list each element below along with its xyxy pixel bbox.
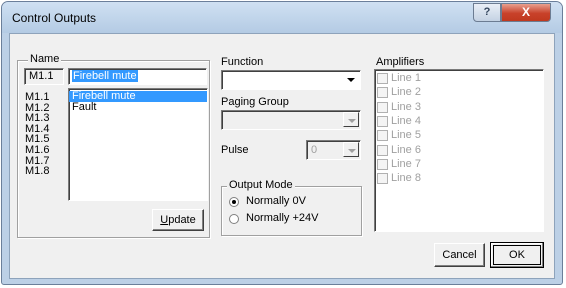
output-name-list[interactable]: Firebell mute Fault [68,88,208,201]
amplifier-line-label: Line 1 [391,72,421,84]
paging-group-dropdown-button[interactable] [343,112,359,127]
output-id-column: M1.1 M1.2 M1.3 M1.4 M1.5 M1.6 M1.7 M1.8 [25,92,49,177]
function-dropdown-button[interactable] [343,72,359,87]
chevron-down-icon [347,78,355,82]
amplifier-line-checkbox[interactable] [377,173,388,185]
amplifier-line-checkbox[interactable] [377,87,388,99]
update-button-mnemonic: U [160,214,169,226]
amplifier-line-label: Line 8 [391,172,421,185]
amplifier-line-label: Line 5 [391,129,421,142]
amplifier-line-label: Line 4 [391,114,421,127]
output-mode-label: Output Mode [227,179,295,191]
amplifier-line-label: Line 3 [391,100,421,113]
amplifier-line-checkbox[interactable] [377,144,388,156]
name-input-value: Firebell mute [72,70,138,82]
function-label: Function [221,56,264,68]
amplifiers-label: Amplifiers [376,56,425,68]
pulse-dropdown-button[interactable] [343,142,359,157]
output-id-item: M1.6 [25,143,50,156]
paging-group-label: Paging Group [221,96,289,108]
update-button[interactable]: Update [152,209,204,231]
amplifier-line-checkbox[interactable] [377,158,388,170]
window-title: Control Outputs [12,11,97,25]
amplifier-line-checkbox[interactable] [377,73,388,84]
radio-normally-0v-label: Normally 0V [246,195,306,207]
output-name-list-item[interactable]: Firebell mute [69,91,207,102]
output-mode-group [221,186,362,236]
radio-normally-0v-circle[interactable] [229,197,239,207]
amplifier-line-label: Line 2 [391,86,421,99]
update-button-label: pdate [168,214,196,226]
cancel-button[interactable]: Cancel [434,243,485,267]
radio-normally-24v-label: Normally +24V [246,212,319,224]
name-group-label: Name [28,53,62,65]
current-id-text: M1.1 [29,70,54,82]
amplifier-line-checkbox[interactable] [377,101,388,113]
help-button[interactable]: ? [473,3,501,22]
output-id-item: M1.1 [25,91,50,103]
output-id-item: M1.8 [25,165,50,178]
title-bar[interactable]: Control Outputs ? X [2,2,562,33]
amplifier-line-label: Line 7 [391,157,421,170]
chevron-down-icon [348,149,356,153]
radio-normally-24v[interactable]: Normally +24V [229,212,349,225]
ok-button[interactable]: OK [490,242,544,268]
close-button[interactable]: X [501,3,551,22]
pulse-combo[interactable]: 0 [306,140,361,160]
amplifier-line-checkbox[interactable] [377,115,388,127]
radio-selected-dot [232,200,236,204]
radio-normally-24v-circle[interactable] [229,214,239,224]
output-name-list-item[interactable]: Fault [69,101,207,113]
name-input[interactable]: Firebell mute [68,68,207,85]
amplifier-line-checkbox[interactable] [377,130,388,142]
radio-normally-0v[interactable]: Normally 0V [229,195,349,208]
function-combo[interactable] [221,70,361,90]
current-id-field: M1.1 [24,68,64,85]
chevron-down-icon [348,119,356,123]
pulse-value: 0 [311,144,318,156]
paging-group-combo[interactable] [221,110,361,130]
amplifier-line-label: Line 6 [391,143,421,156]
pulse-label: Pulse [221,144,249,156]
